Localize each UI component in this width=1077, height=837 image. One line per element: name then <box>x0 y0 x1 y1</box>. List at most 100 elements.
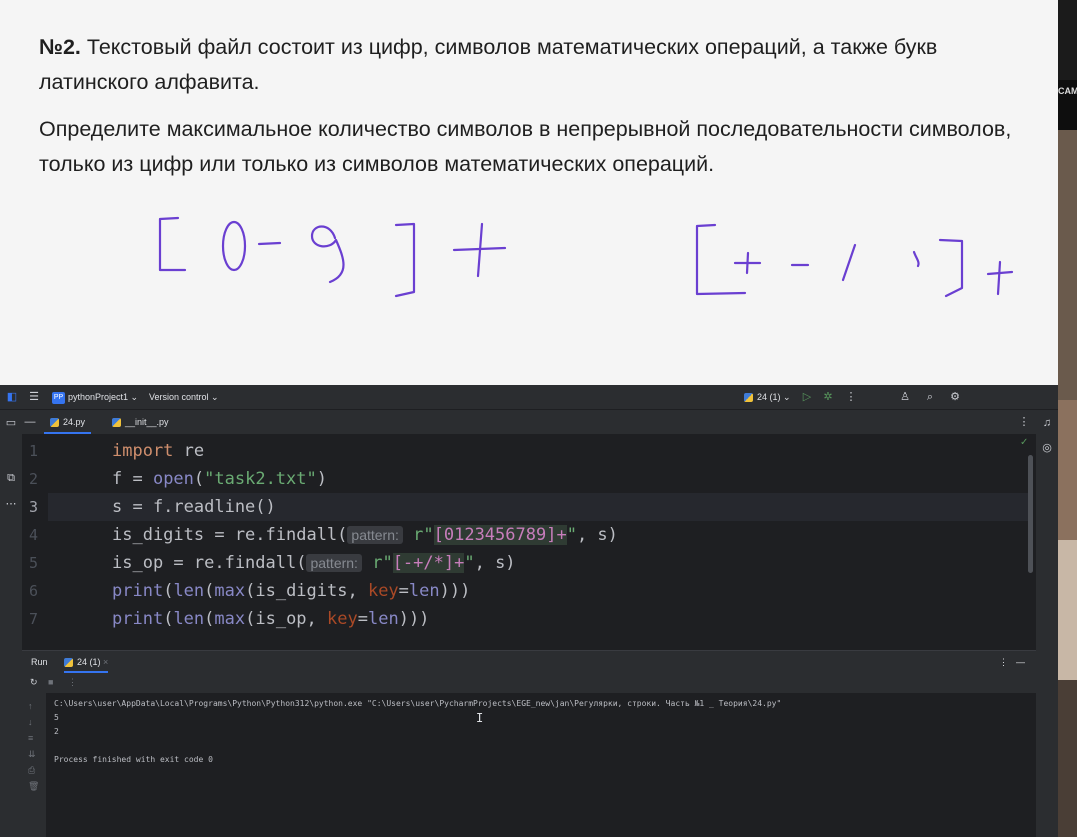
console-output[interactable]: C:\Users\user\AppData\Local\Programs\Pyt… <box>46 693 1036 837</box>
code-text: , s) <box>474 553 516 573</box>
inspection-ok-icon[interactable]: ✓ <box>1020 437 1028 448</box>
python-icon <box>744 393 753 403</box>
print-icon[interactable]: ⎙ <box>28 765 35 776</box>
regex-literal: [0123456789]+ <box>433 525 567 545</box>
add-user-icon[interactable]: ♙ <box>897 389 913 405</box>
run-config-selector[interactable]: 24 (1) ⌄ <box>744 385 791 409</box>
folder-icon[interactable]: ▭ <box>3 415 19 431</box>
code-text: ( <box>204 581 215 601</box>
run-panel-title: Run <box>31 657 48 667</box>
string-literal: " <box>464 553 475 573</box>
main-menu-icon[interactable]: ☰ <box>26 389 42 405</box>
task-question: Определите максимальное количество симво… <box>39 117 1012 176</box>
builtin: len <box>408 581 440 601</box>
vcs-label: Version control <box>149 392 209 402</box>
code-text: ( <box>204 609 215 629</box>
line-number: 7 <box>28 610 38 628</box>
run-icon[interactable]: ▷ <box>799 389 815 405</box>
string-literal: " <box>566 525 577 545</box>
code-text: , s) <box>576 525 618 545</box>
console-output-line: 5 <box>54 713 59 722</box>
search-icon[interactable]: ⌕ <box>922 389 938 405</box>
notifications-icon[interactable]: ♫ <box>1039 415 1055 431</box>
code-text: ( <box>163 609 174 629</box>
debug-icon[interactable]: ✲ <box>820 389 836 405</box>
ide-window: ◧ ☰ PP pythonProject1 ⌄ Version control ⌄… <box>0 385 1058 837</box>
keyword: import <box>112 441 174 461</box>
code-text: = <box>357 609 368 629</box>
code-text: ) <box>316 469 327 489</box>
parameter-hint: pattern: <box>347 526 403 544</box>
trash-icon[interactable]: 🗑 <box>28 781 39 792</box>
string-literal: r" <box>413 525 434 545</box>
settings-gear-icon[interactable]: ⚙ <box>947 389 963 405</box>
code-text: = <box>398 581 409 601</box>
builtin: max <box>214 581 246 601</box>
more-icon[interactable]: ⋮ <box>68 677 77 688</box>
tab-init-py[interactable]: __init__.py <box>106 410 175 434</box>
console-exit-message: Process finished with exit code 0 <box>54 755 213 764</box>
close-tab-icon[interactable]: × <box>103 657 108 667</box>
string-literal: "task2.txt" <box>204 469 317 489</box>
parameter-hint: pattern: <box>306 554 362 572</box>
soft-wrap-icon[interactable]: ≡ <box>28 733 33 743</box>
builtin: max <box>214 609 246 629</box>
right-tool-strip: ♫ ◎ <box>1035 410 1058 837</box>
webcam-overlay: CAM <box>1058 0 1077 837</box>
code-text: (is_op, <box>245 609 328 629</box>
code-line: 4 is_digits = re.findall(pattern: r"[0123… <box>29 521 1028 549</box>
task-description: Текстовый файл состоит из цифр, символов… <box>39 35 938 94</box>
rerun-icon[interactable]: ↻ <box>30 677 38 688</box>
project-selector[interactable]: PP pythonProject1 ⌄ <box>52 385 138 409</box>
editor-scrollbar[interactable] <box>1028 455 1033 573</box>
regex-literal: [-+/*]+ <box>392 553 465 573</box>
line-number: 1 <box>28 442 38 460</box>
code-text: ( <box>163 581 174 601</box>
code-line: 7 print(len(max(is_op, key=len))) <box>29 605 1028 633</box>
run-options-icon[interactable]: ⋮ <box>999 651 1008 673</box>
builtin: len <box>173 609 205 629</box>
line-number: 6 <box>28 582 38 600</box>
ai-assistant-icon[interactable]: ◎ <box>1039 440 1055 456</box>
task-number: №2. <box>39 35 81 59</box>
project-name: pythonProject1 <box>68 392 129 402</box>
code-editor[interactable]: 1 import re 2f = open("task2.txt") 3s = f… <box>29 435 1036 647</box>
lecture-slide: №2. Текстовый файл состоит из цифр, симв… <box>0 0 1058 385</box>
run-side-toolbar: ↑ ↓ ≡ ⇊ ⎙ 🗑 <box>22 693 46 837</box>
code-text: ))) <box>439 581 471 601</box>
builtin: print <box>112 609 164 629</box>
console-output-line: 2 <box>54 727 59 736</box>
run-toolbar: ↻ ■ ⋮ <box>22 673 1036 693</box>
app-logo-icon: ◧ <box>6 391 18 403</box>
code-text: ))) <box>398 609 430 629</box>
project-badge: PP <box>52 391 65 404</box>
tab-label: __init__.py <box>125 417 169 427</box>
tab-options-icon[interactable]: ⋮ <box>1016 414 1032 430</box>
scroll-down-icon[interactable]: ↓ <box>28 717 33 727</box>
scroll-to-end-icon[interactable]: ⇊ <box>28 749 36 760</box>
python-icon <box>64 658 73 668</box>
vcs-selector[interactable]: Version control ⌄ <box>149 385 219 409</box>
builtin: open <box>152 469 194 489</box>
minimize-icon[interactable]: — <box>1016 651 1025 673</box>
camera-label: CAM <box>1058 86 1077 96</box>
tab-24-py[interactable]: 24.py <box>44 410 92 434</box>
collapse-icon[interactable]: — <box>22 414 38 430</box>
stop-icon[interactable]: ■ <box>48 677 53 687</box>
more-icon[interactable]: ⋮ <box>843 389 859 405</box>
line-number: 5 <box>28 554 38 572</box>
run-tab[interactable]: 24 (1) × <box>64 651 109 673</box>
task-statement: №2. Текстовый файл состоит из цифр, симв… <box>39 30 1019 100</box>
run-config-label: 24 (1) <box>757 392 781 402</box>
code-text: (is_digits, <box>245 581 368 601</box>
task-text: №2. Текстовый файл состоит из цифр, симв… <box>39 30 1019 194</box>
code-line-current: 3 s = f.readline() <box>29 493 1028 521</box>
keyword-argument: key <box>367 581 399 601</box>
run-panel-header: Run 24 (1) × ⋮ — <box>22 650 1036 673</box>
scroll-up-icon[interactable]: ↑ <box>28 701 33 711</box>
text-cursor-icon: I <box>476 711 484 725</box>
code-text: ( <box>193 469 205 489</box>
code-text: f = <box>112 469 153 489</box>
code-line: 6 print(len(max(is_digits, key=len))) <box>29 577 1028 605</box>
code-text: is_op = re.findall( <box>112 553 307 573</box>
